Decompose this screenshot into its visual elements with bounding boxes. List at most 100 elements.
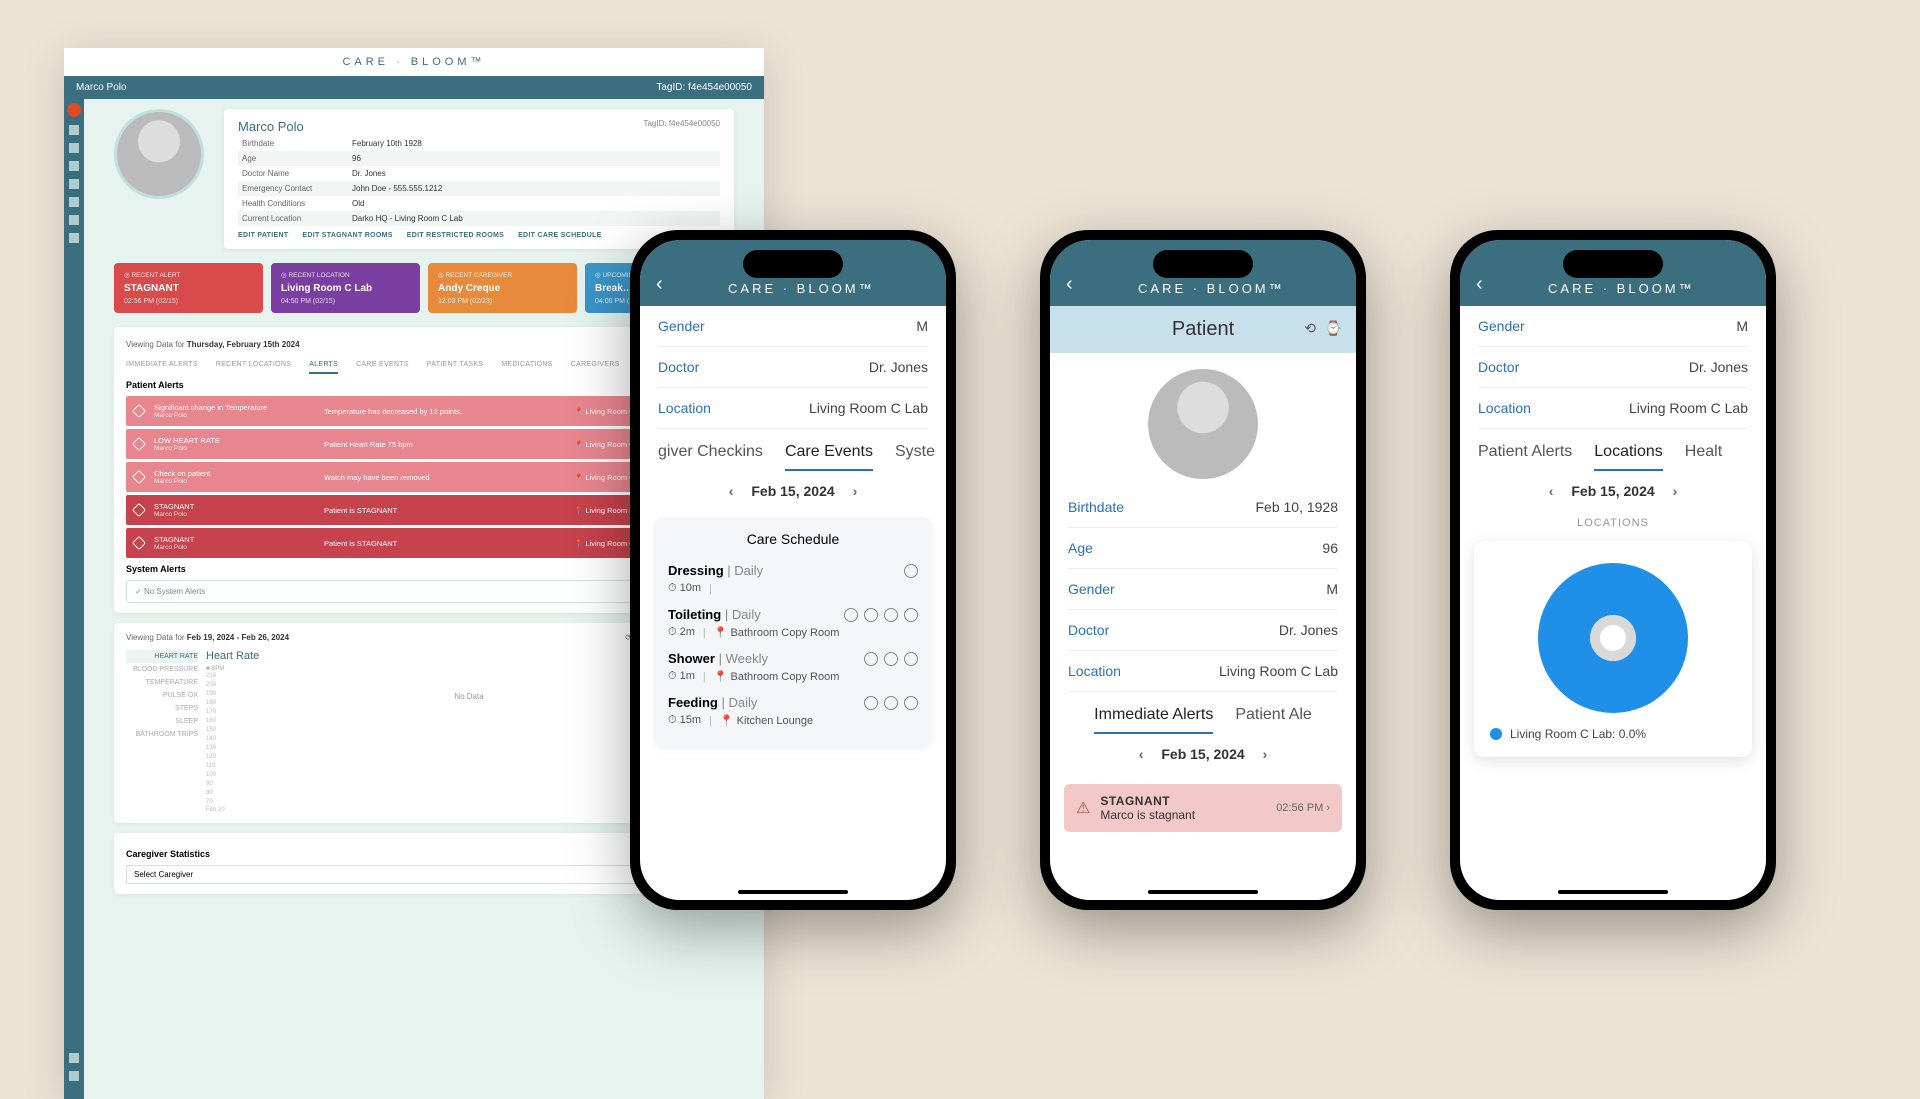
detail-row: Emergency ContactJohn Doe - 555.555.1212 (238, 181, 720, 196)
status-circle-icon[interactable] (864, 696, 878, 710)
detail-row: Age96 (238, 151, 720, 166)
detail-row: BirthdateFebruary 10th 1928 (238, 136, 720, 151)
info-row: GenderM (1068, 569, 1338, 610)
status-circle-icon[interactable] (884, 696, 898, 710)
edit-link[interactable]: EDIT PATIENT (238, 232, 288, 239)
tag-id: TagID: f4e454e00050 (656, 82, 752, 93)
info-row: GenderM (1478, 306, 1748, 347)
back-icon[interactable]: ‹ (1066, 273, 1073, 296)
tab[interactable]: Healt (1685, 443, 1722, 471)
tab[interactable]: giver Checkins (658, 443, 763, 471)
alert-card[interactable]: ⚠ STAGNANTMarco is stagnant 02:56 PM › (1064, 784, 1342, 832)
prev-day-icon[interactable]: ‹ (729, 483, 734, 499)
nav-icon[interactable] (69, 143, 79, 153)
tab-care-events[interactable]: CARE EVENTS (356, 361, 409, 374)
status-circle-icon[interactable] (904, 608, 918, 622)
warning-icon (132, 536, 146, 550)
patient-name: Marco Polo (76, 82, 127, 93)
info-row: BirthdateFeb 10, 1928 (1068, 487, 1338, 528)
warning-icon (132, 470, 146, 484)
status-circle-icon[interactable] (884, 652, 898, 666)
titlebar: Marco Polo TagID: f4e454e00050 (64, 76, 764, 99)
tab[interactable]: Syste (895, 443, 935, 471)
tab-recent-locations[interactable]: RECENT LOCATIONS (216, 361, 291, 374)
prev-day-icon[interactable]: ‹ (1139, 746, 1144, 762)
status-circle-icon[interactable] (904, 696, 918, 710)
warning-icon (132, 437, 146, 451)
tab-patient-tasks[interactable]: PATIENT TASKS (427, 361, 484, 374)
vital-tab[interactable]: PULSE OX (126, 689, 198, 702)
locations-heading: LOCATIONS (1460, 511, 1766, 535)
warning-icon (132, 404, 146, 418)
locations-chart-card: Living Room C Lab: 0.0% (1474, 541, 1752, 757)
edit-link[interactable]: EDIT CARE SCHEDULE (518, 232, 602, 239)
detail-row: Doctor NameDr. Jones (238, 166, 720, 181)
prev-day-icon[interactable]: ‹ (1549, 483, 1554, 499)
info-row: DoctorDr. Jones (658, 347, 928, 388)
info-row: DoctorDr. Jones (1068, 610, 1338, 651)
notification-badge-icon[interactable] (67, 103, 81, 117)
detail-row: Health ConditionsOld (238, 196, 720, 211)
brand-logo: CARE · BLOOM™ (64, 48, 764, 76)
schedule-item: Shower | Weekly⏱ 1m|📍 Bathroom Copy Room (668, 645, 918, 689)
nav-icon[interactable] (69, 125, 79, 135)
sidebar-nav (64, 99, 84, 1099)
status-circle-icon[interactable] (904, 564, 918, 578)
donut-chart (1538, 563, 1688, 713)
info-row: DoctorDr. Jones (1478, 347, 1748, 388)
nav-icon[interactable] (69, 197, 79, 207)
summary-tile[interactable]: ◎ RECENT CAREGIVERAndy Creque12:03 PM (0… (428, 263, 577, 313)
care-schedule-card: Care Schedule Dressing | Daily⏱ 10m|Toil… (654, 517, 932, 747)
status-circle-icon[interactable] (864, 608, 878, 622)
nav-icon[interactable] (69, 161, 79, 171)
warning-icon: ⚠ (1076, 798, 1090, 818)
schedule-item: Dressing | Daily⏱ 10m| (668, 557, 918, 601)
nav-icon[interactable] (69, 179, 79, 189)
nav-icon[interactable] (69, 233, 79, 243)
tab-caregivers[interactable]: CAREGIVERS (571, 361, 620, 374)
back-icon[interactable]: ‹ (656, 273, 663, 296)
status-circle-icon[interactable] (884, 608, 898, 622)
summary-tile[interactable]: ◎ RECENT ALERTSTAGNANT02:56 PM (02/15) (114, 263, 263, 313)
card-tagid: TagID: f4e454e00050 (643, 119, 720, 128)
summary-tile[interactable]: ◎ RECENT LOCATIONLiving Room C Lab04:50 … (271, 263, 420, 313)
info-row: LocationLiving Room C Lab (658, 388, 928, 429)
vital-tab[interactable]: BLOOD PRESSURE (126, 663, 198, 676)
tab-medications[interactable]: MEDICATIONS (501, 361, 552, 374)
warning-icon (132, 503, 146, 517)
status-circle-icon[interactable] (844, 608, 858, 622)
tab[interactable]: Patient Alerts (1478, 443, 1572, 471)
next-day-icon[interactable]: › (1263, 746, 1268, 762)
status-circle-icon[interactable] (864, 652, 878, 666)
tab[interactable]: Care Events (785, 443, 873, 471)
vital-tab[interactable]: SLEEP (126, 715, 198, 728)
watch-icon[interactable]: ⌚ (1325, 320, 1342, 337)
nav-icon[interactable] (69, 215, 79, 225)
edit-link[interactable]: EDIT STAGNANT ROOMS (302, 232, 392, 239)
info-row: LocationLiving Room C Lab (1478, 388, 1748, 429)
next-day-icon[interactable]: › (853, 483, 858, 499)
tab[interactable]: Patient Ale (1235, 706, 1312, 734)
tab[interactable]: Immediate Alerts (1094, 706, 1213, 734)
patient-avatar (1148, 369, 1258, 479)
next-day-icon[interactable]: › (1673, 483, 1678, 499)
vital-tab[interactable]: TEMPERATURE (126, 676, 198, 689)
tab-alerts[interactable]: ALERTS (309, 361, 338, 374)
vital-tab[interactable]: HEART RATE (126, 650, 198, 663)
tab[interactable]: Locations (1594, 443, 1663, 471)
vital-tab[interactable]: STEPS (126, 702, 198, 715)
phone-patient: ‹CARE · BLOOM™ Patient⟲⌚ BirthdateFeb 10… (1040, 230, 1366, 910)
info-row: Age96 (1068, 528, 1338, 569)
tab-immediate-alerts[interactable]: IMMEDIATE ALERTS (126, 361, 198, 374)
edit-link[interactable]: EDIT RESTRICTED ROOMS (407, 232, 504, 239)
back-icon[interactable]: ‹ (1476, 273, 1483, 296)
info-row: GenderM (658, 306, 928, 347)
history-icon[interactable]: ⟲ (1304, 320, 1316, 337)
phone-locations: ‹CARE · BLOOM™ GenderMDoctorDr. JonesLoc… (1450, 230, 1776, 910)
nav-icon[interactable] (69, 1053, 79, 1063)
status-circle-icon[interactable] (904, 652, 918, 666)
page-title: Patient⟲⌚ (1050, 306, 1356, 353)
info-row: LocationLiving Room C Lab (1068, 651, 1338, 692)
vital-tab[interactable]: BATHROOM TRIPS (126, 728, 198, 741)
patient-details-card: TagID: f4e454e00050 Marco Polo Birthdate… (224, 109, 734, 249)
